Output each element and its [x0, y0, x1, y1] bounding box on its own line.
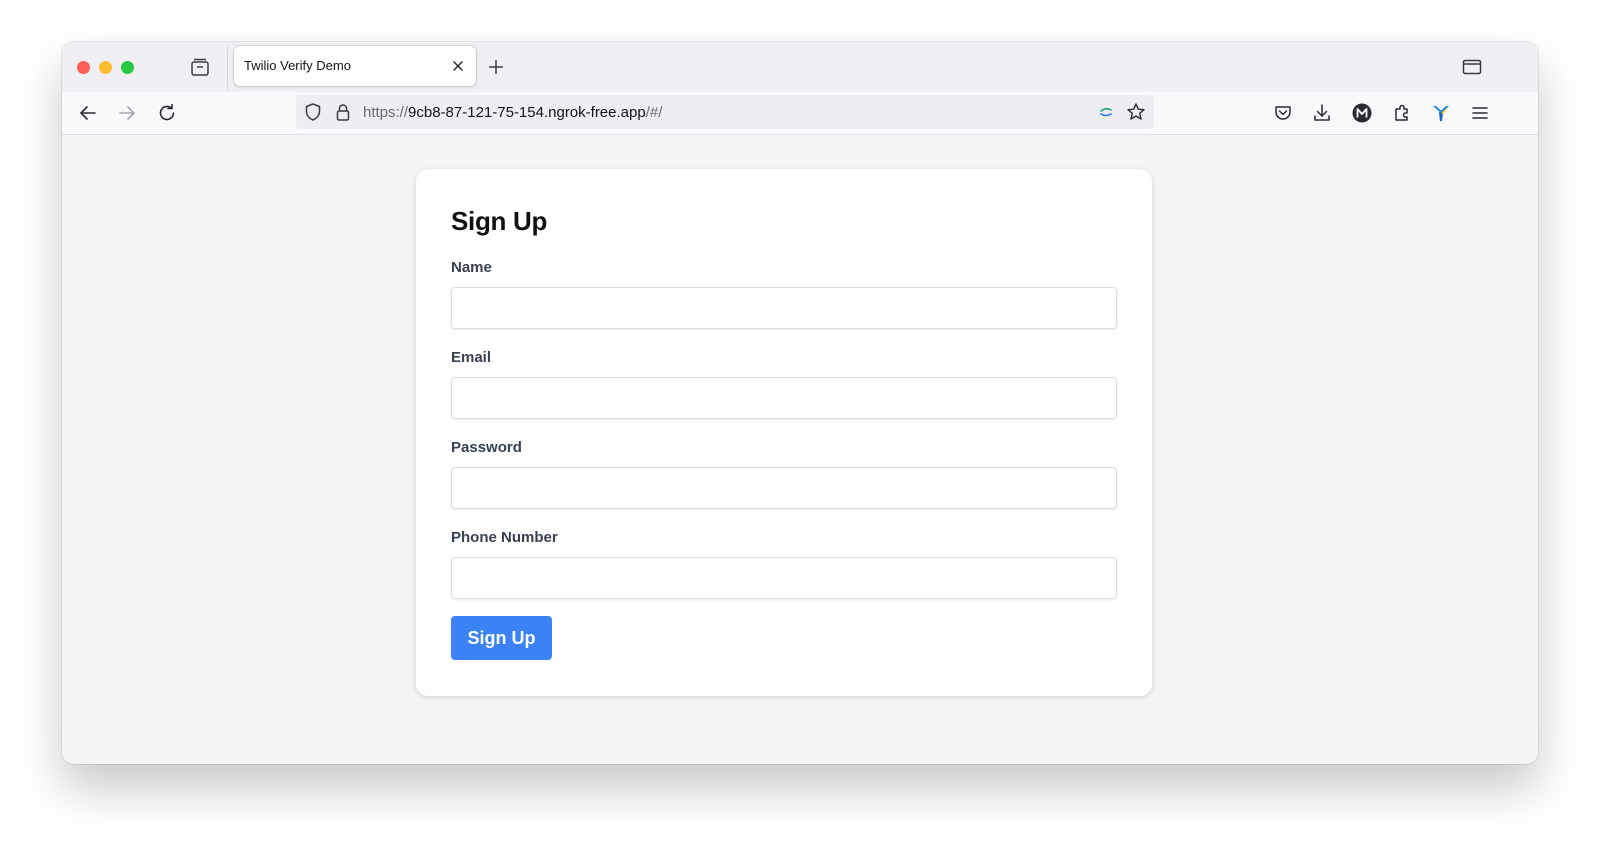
password-label: Password	[451, 439, 522, 456]
url-scheme: https://	[363, 104, 409, 121]
tab-active[interactable]: Twilio Verify Demo	[234, 46, 476, 86]
extensions-icon[interactable]	[1390, 101, 1414, 125]
password-field[interactable]	[451, 467, 1117, 509]
pocket-icon[interactable]	[1271, 101, 1295, 125]
back-arrow-icon[interactable]	[76, 101, 100, 125]
download-icon[interactable]	[1310, 101, 1334, 125]
shield-icon[interactable]	[302, 101, 324, 123]
email-field[interactable]	[451, 377, 1117, 419]
name-label: Name	[451, 259, 492, 276]
close-icon[interactable]	[448, 56, 468, 76]
sign-up-button[interactable]: Sign Up	[451, 616, 552, 660]
url-host: 9cb8-87-121-75-154.ngrok-free.app	[408, 104, 646, 121]
name-field[interactable]	[451, 287, 1117, 329]
navigation-toolbar: https://9cb8-87-121-75-154.ngrok-free.ap…	[62, 92, 1538, 135]
extension-icon[interactable]	[1429, 101, 1453, 125]
url-path: /#/	[645, 104, 663, 121]
tab-list-icon[interactable]	[1460, 55, 1484, 79]
tab-manager-icon[interactable]	[189, 56, 211, 78]
lock-icon[interactable]	[332, 101, 354, 123]
url-text[interactable]: https://9cb8-87-121-75-154.ngrok-free.ap…	[363, 104, 662, 121]
address-bar[interactable]: https://9cb8-87-121-75-154.ngrok-free.ap…	[296, 95, 1154, 129]
minimize-window-button[interactable]	[99, 61, 112, 74]
close-window-button[interactable]	[77, 61, 90, 74]
zoom-window-button[interactable]	[121, 61, 134, 74]
tab-separator	[227, 46, 228, 90]
page-content: Sign Up Name Email Password Phone Number…	[62, 135, 1538, 764]
account-icon[interactable]	[1350, 101, 1374, 125]
signup-form: Sign Up Name Email Password Phone Number…	[416, 169, 1152, 696]
phone-number-field[interactable]	[451, 557, 1117, 599]
browser-window: Twilio Verify Demo https://9cb8-87-121-7…	[62, 42, 1538, 764]
forward-arrow-icon[interactable]	[115, 101, 139, 125]
reload-icon[interactable]	[155, 101, 179, 125]
star-icon[interactable]	[1125, 101, 1147, 123]
email-label: Email	[451, 349, 492, 366]
tab-strip: Twilio Verify Demo	[62, 42, 1538, 92]
translate-icon[interactable]	[1095, 101, 1117, 123]
tab-title: Twilio Verify Demo	[244, 58, 351, 73]
phone-number-label: Phone Number	[451, 529, 558, 546]
page-title: Sign Up	[451, 206, 548, 236]
plus-icon[interactable]	[485, 56, 507, 78]
menu-icon[interactable]	[1468, 101, 1492, 125]
